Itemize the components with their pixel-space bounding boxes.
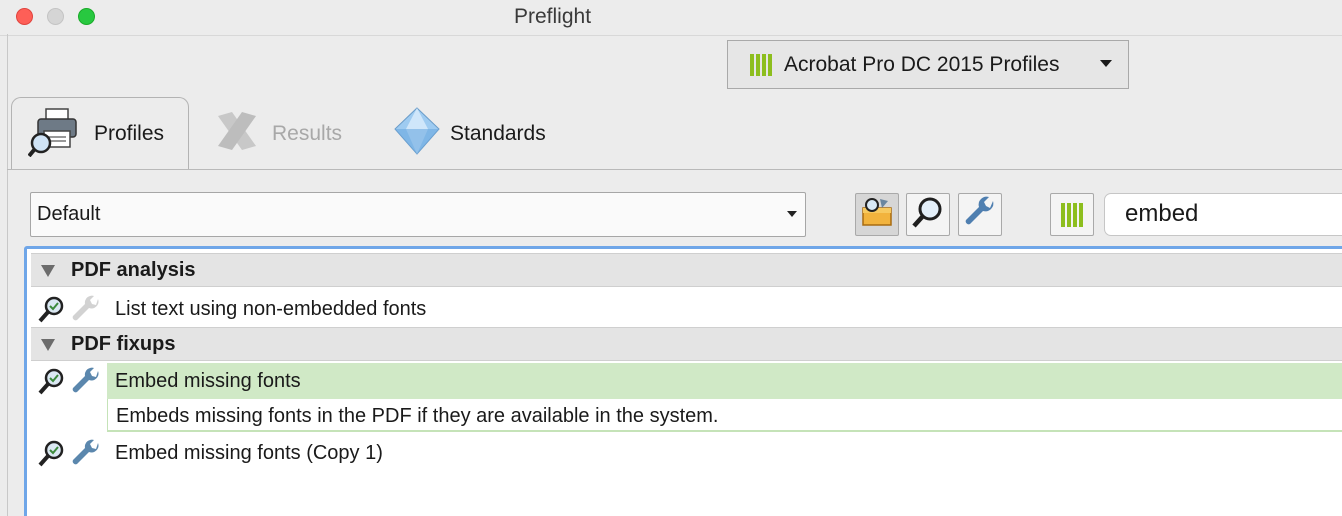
tree-item-embed-missing-fonts-copy[interactable]: Embed missing fonts (Copy 1) [31,435,1342,471]
search-input-value: embed [1125,200,1199,227]
profile-set-dropdown[interactable]: Acrobat Pro DC 2015 Profiles [727,40,1129,89]
item-label: Embed missing fonts (Copy 1) [115,442,383,464]
tree-item-list-text-non-embedded[interactable]: List text using non-embedded fonts [31,291,1342,327]
tab-profiles-label: Profiles [94,122,165,145]
search-input[interactable]: embed [1104,193,1342,236]
chevron-down-icon [1100,60,1112,67]
profile-bars-icon [1061,202,1083,227]
tree-group-pdf-analysis[interactable]: PDF analysis [31,253,1342,287]
check-magnifier-icon [37,439,67,473]
tree-item-embed-missing-fonts[interactable]: Embed missing fonts [31,363,1342,399]
tab-profiles[interactable]: Profiles [11,97,189,170]
item-description: Embeds missing fonts in the PDF if they … [116,405,719,427]
item-label: Embed missing fonts [115,370,301,392]
wrench-icon [71,367,101,401]
profiles-filter-button[interactable] [1050,193,1094,236]
show-checks-button[interactable] [906,193,950,236]
wrench-disabled-icon [71,295,101,329]
show-all-button[interactable] [855,193,899,236]
group-label: PDF fixups [71,332,176,355]
tab-results[interactable]: Results [212,97,342,170]
profiles-tree[interactable]: PDF analysis List text using non-embedde… [24,246,1342,516]
item-icons [37,367,101,401]
profile-filter-value: Default [37,203,101,225]
profile-bars-icon [750,53,772,76]
wrench-icon [963,195,997,234]
window-title: Preflight [514,5,592,28]
item-description-panel: Embeds missing fonts in the PDF if they … [107,399,1342,432]
results-x-icon [212,108,262,160]
title-separator [0,35,1342,36]
diamond-icon [394,106,440,161]
toolbox-icon [860,196,894,233]
tab-results-label: Results [272,121,343,145]
profile-set-label: Acrobat Pro DC 2015 Profiles [784,52,1060,76]
tab-standards-label: Standards [450,121,546,145]
item-icons [37,295,101,329]
wrench-icon [71,439,101,473]
check-magnifier-icon [37,295,67,329]
title-bar: Preflight [0,0,1342,34]
group-label: PDF analysis [71,258,196,281]
tab-standards[interactable]: Standards [394,97,546,170]
show-fixups-button[interactable] [958,193,1002,236]
magnifier-icon [911,195,945,234]
tabs-baseline [7,169,1342,170]
tree-content: PDF analysis List text using non-embedde… [31,253,1342,516]
disclosure-triangle-icon[interactable] [41,339,55,351]
disclosure-triangle-icon[interactable] [41,265,55,277]
item-icons [37,439,101,473]
profile-filter-dropdown[interactable]: Default [30,192,806,237]
tree-group-pdf-fixups[interactable]: PDF fixups [31,327,1342,361]
window-left-edge [7,34,8,516]
printer-magnifier-icon [27,105,84,163]
chevron-down-icon [787,211,797,217]
check-magnifier-icon [37,367,67,401]
item-label: List text using non-embedded fonts [115,298,427,320]
